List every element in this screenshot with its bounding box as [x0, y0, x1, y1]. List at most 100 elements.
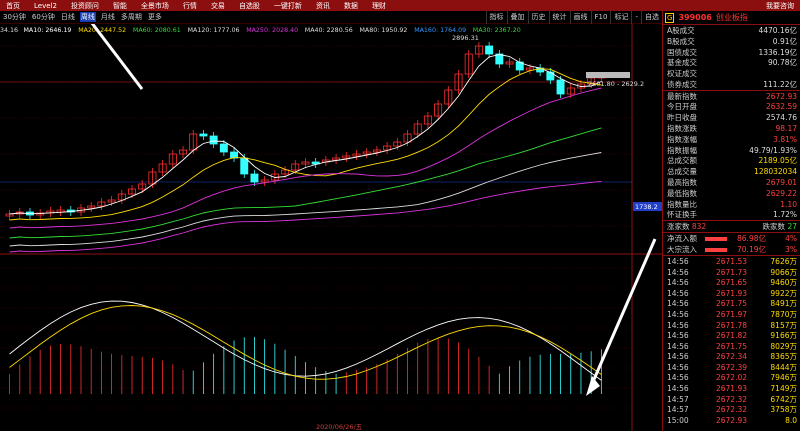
toolbar-button-6[interactable]: 标记 [610, 11, 631, 24]
tick-volume: 7870万 [770, 309, 797, 319]
candle-body [219, 143, 228, 153]
tick-time: 14:56 [667, 309, 689, 319]
ma-legend-4: MA120: 1777.06 [188, 27, 240, 34]
tick-volume: 8491万 [770, 299, 797, 309]
turnover-value: 4470.16亿 [758, 25, 797, 35]
consult-link[interactable]: 我要咨询 [766, 1, 794, 11]
menu-item-10[interactable]: 数据 [344, 1, 358, 11]
candle-body [199, 133, 208, 137]
stat-row: 总成交量 128032034 [663, 166, 800, 177]
stat-value: 98.17 [775, 124, 797, 134]
tick-list[interactable]: 14:56 2671.53 7626万 14:56 2671.73 9066万 14:56 2… [663, 256, 800, 426]
tick-volume: 3758万 [770, 405, 797, 415]
menu-item-0[interactable]: 首页 [6, 1, 20, 11]
menu-item-1[interactable]: Level2 [34, 2, 57, 10]
tick-time: 14:56 [667, 320, 689, 330]
menu-item-5[interactable]: 行情 [183, 1, 197, 11]
stat-label: 指数量比 [667, 199, 697, 209]
stat-value: 2189.05亿 [758, 156, 797, 166]
period-tab-0[interactable]: 30分钟 [2, 12, 27, 22]
stat-row: 最低指数 2629.22 [663, 188, 800, 199]
stat-label: 怀证换手 [667, 210, 697, 220]
period-tab-5[interactable]: 多周期 [120, 12, 143, 22]
menu-item-8[interactable]: 一键打新 [274, 1, 302, 11]
tick-price: 2672.32 [715, 394, 747, 404]
tick-row[interactable]: 14:56 2671.82 9166万 [663, 330, 800, 341]
current-price-marker [586, 72, 630, 78]
turnover-row: 国债成交 1336.19亿 [663, 47, 800, 58]
tick-price: 2672.93 [715, 415, 747, 425]
tick-row[interactable]: 14:56 2672.34 8365万 [663, 351, 800, 362]
menu-item-3[interactable]: 智能 [113, 1, 127, 11]
index-stats-list: 最新指数 2672.93 今日开盘 2632.59 昨日收盘 2574.76 指数涨跌 98.… [663, 91, 800, 221]
ma-legend-5: MA250: 2028.40 [246, 27, 298, 34]
tick-row[interactable]: 14:56 2671.65 9460万 [663, 277, 800, 288]
tick-time: 14:56 [667, 278, 689, 288]
tick-row[interactable]: 14:56 2671.75 8491万 [663, 299, 800, 310]
kline-chart[interactable]: 34.16 MA10: 2646.19 MA20: 2447.52 MA60: 208… [0, 24, 662, 431]
candle-body [240, 157, 249, 175]
tick-row[interactable]: 14:56 2671.53 7626万 [663, 256, 800, 267]
high-price-label: 2896.31 [452, 34, 479, 42]
tick-row[interactable]: 14:56 2671.93 7149万 [663, 383, 800, 394]
stat-value: 2574.76 [765, 113, 797, 123]
toolbar-button-0[interactable]: 指标 [485, 11, 507, 24]
ma-legend-2: MA20: 2447.52 [78, 27, 126, 34]
tick-row[interactable]: 14:56 2672.02 7946万 [663, 373, 800, 384]
stat-label: 最低指数 [667, 188, 697, 198]
ma-legend-7: MA80: 1950.92 [360, 27, 408, 34]
tick-row[interactable]: 14:56 2671.73 9066万 [663, 267, 800, 278]
tick-time: 14:56 [667, 288, 689, 298]
menu-item-9[interactable]: 资讯 [316, 1, 330, 11]
menu-item-2[interactable]: 投资顾问 [71, 1, 99, 11]
toolbar-button-5[interactable]: F10 [590, 11, 611, 24]
period-tab-2[interactable]: 日线 [60, 12, 76, 22]
tick-row[interactable]: 14:56 2671.97 7870万 [663, 309, 800, 320]
period-tab-6[interactable]: 更多 [147, 12, 163, 22]
toolbar-button-8[interactable]: 自选 [641, 11, 662, 24]
stat-label: 最高指数 [667, 178, 697, 188]
toolbar-button-4[interactable]: 画线 [569, 11, 591, 24]
chart-area[interactable]: 34.16 MA10: 2646.19 MA20: 2447.52 MA60: 208… [0, 24, 662, 431]
menu-item-7[interactable]: 自选股 [239, 1, 260, 11]
tick-row[interactable]: 14:56 2671.78 8157万 [663, 320, 800, 331]
tick-volume: 8.0 [785, 415, 797, 425]
period-tab-1[interactable]: 60分钟 [31, 12, 56, 22]
ma-legend-6: MA40: 2280.56 [305, 27, 353, 34]
period-tab-4[interactable]: 月线 [100, 12, 116, 22]
flow-bar [705, 247, 727, 252]
turnover-value: 111.22亿 [763, 79, 797, 89]
tick-row[interactable]: 14:57 2672.32 3758万 [663, 404, 800, 415]
toolbar-button-2[interactable]: 历史 [527, 11, 549, 24]
toolbar-button-7[interactable]: - [631, 11, 641, 24]
tick-row[interactable]: 14:56 2671.75 8029万 [663, 341, 800, 352]
menu-item-4[interactable]: 全景市场 [141, 1, 169, 11]
tick-time: 14:56 [667, 352, 689, 362]
flow-percent: 3% [785, 245, 797, 255]
stat-label: 最新指数 [667, 91, 697, 101]
stat-label: 指数涨幅 [667, 134, 697, 144]
arrow-head [586, 376, 600, 396]
tick-volume: 8029万 [770, 341, 797, 351]
tick-time: 14:56 [667, 384, 689, 394]
stat-row: 总成交额 2189.05亿 [663, 156, 800, 167]
tick-price: 2672.02 [715, 373, 747, 383]
toolbar-button-1[interactable]: 叠加 [506, 11, 528, 24]
tick-row[interactable]: 14:56 2671.93 9922万 [663, 288, 800, 299]
flow-label: 净流入额 [667, 234, 697, 244]
menu-bar: 首页 Level2 投资顾问 智能 全景市场 行情 交易 自选股 一键打新 资讯 数据 理财 我要咨询 [0, 0, 800, 11]
tick-row[interactable]: 14:57 2672.32 6742万 [663, 394, 800, 405]
stat-value: 49.79/1.93% [749, 145, 797, 155]
tick-price: 2672.32 [715, 405, 747, 415]
menu-item-6[interactable]: 交易 [211, 1, 225, 11]
tick-row[interactable]: 15:00 2672.93 8.0 [663, 415, 800, 426]
tick-volume: 7149万 [770, 384, 797, 394]
menu-item-11[interactable]: 理财 [372, 1, 386, 11]
quote-header: G 399006 创业板指 [663, 11, 800, 25]
period-tab-3[interactable]: 周线 [79, 12, 96, 22]
flow-amount: 86.98亿 [737, 234, 766, 244]
stat-row: 最新指数 2672.93 [663, 91, 800, 102]
toolbar-button-3[interactable]: 统计 [548, 11, 570, 24]
tick-row[interactable]: 14:56 2672.39 8444万 [663, 362, 800, 373]
candle-body [556, 79, 565, 95]
